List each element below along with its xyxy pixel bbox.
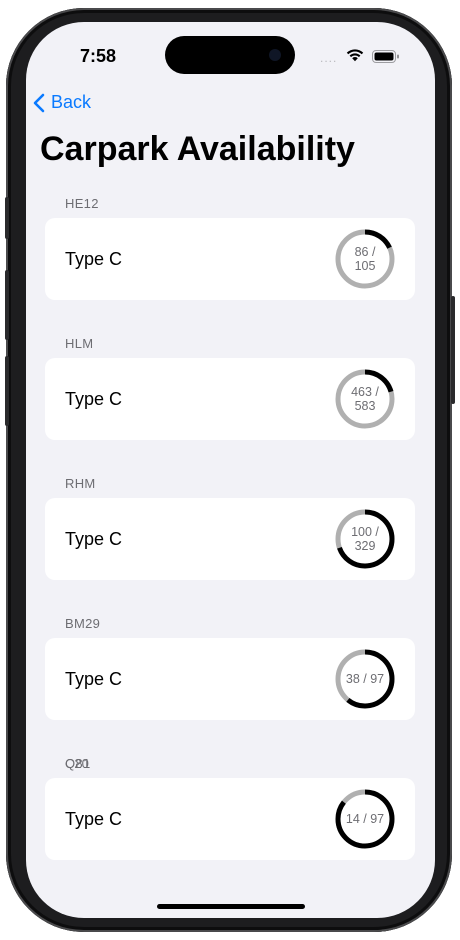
carpark-type: Type C (65, 809, 123, 829)
availability-gauge: 86 /105 (334, 228, 396, 290)
carpark-row[interactable]: Type C 14 / 97 (45, 778, 415, 860)
availability-count: 14 / 97 (345, 812, 385, 826)
carpark-type: Type C (65, 669, 123, 689)
power-button (451, 296, 455, 404)
carpark-type: Type C (65, 249, 123, 269)
availability-gauge: 38 / 97 (334, 648, 396, 710)
volume-down-button (5, 356, 9, 426)
page-title: Carpark Availability (40, 130, 355, 168)
availability-gauge: 100 /329 (334, 508, 396, 570)
carpark-section: BM29 Type C 38 / 97 (26, 606, 435, 746)
home-indicator[interactable] (157, 904, 305, 909)
availability-gauge: 14 / 97 (334, 788, 396, 850)
carpark-row[interactable]: Type C 38 / 97 (45, 638, 415, 720)
carpark-list[interactable]: HE12 Type C 86 /105 HLM Type C 463 / 583… (26, 186, 435, 886)
carpark-section: RHM Type C 100 /329 (26, 466, 435, 606)
carpark-row[interactable]: Type C 100 /329 (45, 498, 415, 580)
back-label: Back (51, 92, 92, 112)
volume-up-button (5, 270, 9, 340)
carpark-code: C20 (65, 756, 89, 771)
availability-count: 100 /329 (351, 525, 379, 553)
status-bar: 7:58 .... (26, 22, 435, 82)
carpark-row[interactable]: Type C 463 /583 (45, 358, 415, 440)
status-time: 7:58 (80, 46, 117, 66)
carpark-type: Type C (65, 389, 123, 409)
wifi-icon (346, 49, 364, 62)
carpark-section: HLM Type C 463 /583 (26, 326, 435, 466)
carpark-code: BM29 (65, 616, 101, 631)
camera-icon (269, 49, 281, 61)
carpark-code: RHM (65, 476, 96, 491)
carpark-row[interactable]: Type C 86 /105 (45, 218, 415, 300)
availability-gauge: 463 /583 (334, 368, 396, 430)
dynamic-island (165, 36, 295, 74)
carpark-code: HE12 (65, 196, 99, 211)
carpark-section: HE12 Type C 86 /105 (26, 186, 435, 326)
carpark-code: HLM (65, 336, 94, 351)
availability-count: 38 / 97 (345, 672, 385, 686)
back-button[interactable]: Back (33, 92, 91, 113)
availability-count: 463 /583 (351, 385, 379, 413)
battery-icon (372, 50, 399, 63)
chevron-left-icon (33, 93, 45, 112)
screen: 7:58 .... Back Carpark Availability HE12… (26, 22, 435, 918)
availability-count: 86 /105 (354, 245, 376, 273)
carpark-type: Type C (65, 529, 123, 549)
action-button (5, 197, 9, 239)
cellular-signal-icon: .... (320, 51, 338, 65)
